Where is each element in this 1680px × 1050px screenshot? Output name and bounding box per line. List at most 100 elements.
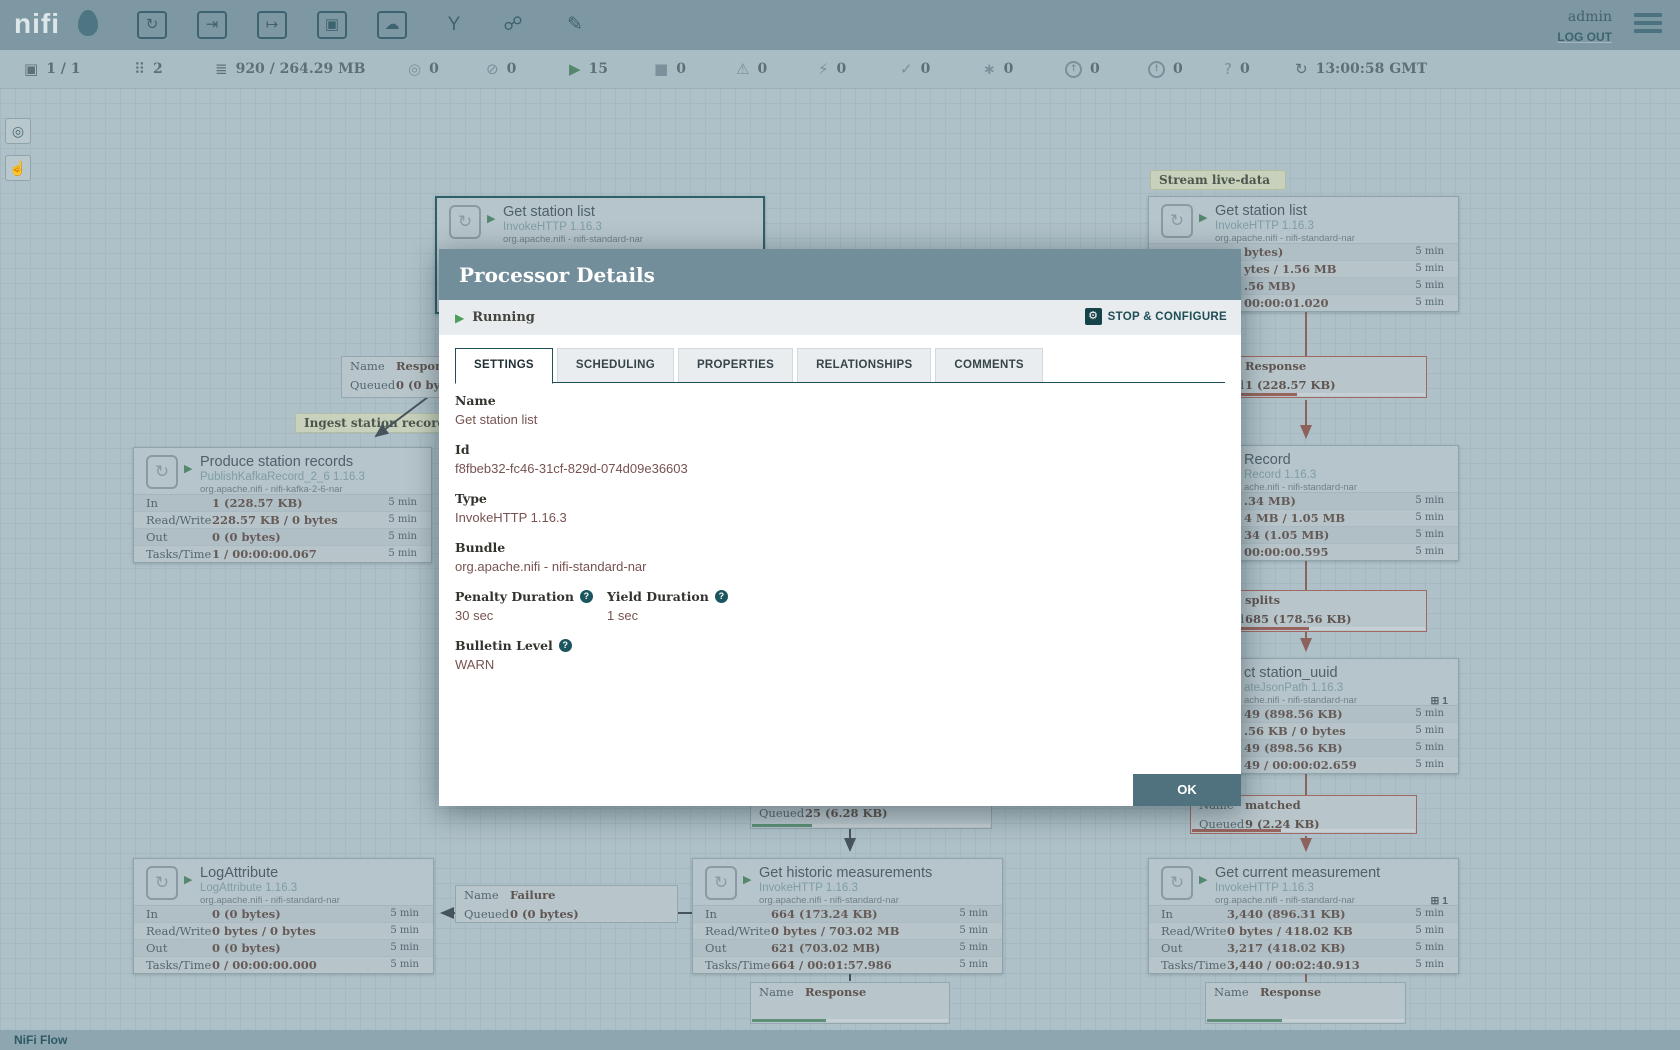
tab-comments[interactable]: COMMENTS [935,348,1042,382]
processor-name: Get station list [503,204,595,220]
processor-type-icon: ↻ [705,866,737,900]
processor-bundle: ache.nifi - nifi-standard-nar [1244,695,1357,706]
processor-name: Record [1244,452,1291,468]
dialog-tabs: SETTINGS SCHEDULING PROPERTIES RELATIONS… [455,348,1225,383]
input-port-icon[interactable]: ⇥ [197,11,227,39]
tab-scheduling[interactable]: SCHEDULING [557,348,674,382]
nifi-logo-drop-icon [78,10,98,36]
dialog-title: Processor Details [459,263,655,287]
field-id: Id f8fbeb32-fc46-31cf-829d-074d09e36603 [455,442,1225,476]
processor-type-icon: ↻ [449,205,481,239]
hand-tool-button[interactable]: ☝ [5,155,31,181]
running-icon: ▶ [487,212,495,225]
canvas-label-ingest-station-records[interactable]: Ingest station records [295,413,443,433]
stale-icon: ↑ [1065,61,1082,78]
running-state-icon: ▶ [455,311,464,325]
stat-row: In664 (173.24 KB)5 min [693,906,1002,923]
thread-count: 2 [153,61,163,77]
last-refresh-time: 13:00:58 GMT [1316,61,1428,77]
stat-row: Out0 (0 bytes)5 min [134,940,433,957]
processor-name: Produce station records [200,454,353,470]
stop-and-configure-button[interactable]: ⚙ STOP & CONFIGURE [1085,308,1227,325]
cluster-icon: ▣ [24,60,38,78]
running-icon: ▶ [1199,873,1207,886]
threads-icon: ⠿ [134,60,145,78]
field-penalty-duration: Penalty Duration? 30 sec [455,589,607,623]
process-group-icon[interactable]: ▣ [317,11,347,39]
up-to-date-icon: ✓ [900,60,913,78]
tab-properties[interactable]: PROPERTIES [678,348,793,382]
queued-count: 920 / 264.29 MB [236,61,366,77]
running-count: 15 [589,61,608,77]
output-port-icon[interactable]: ↦ [257,11,287,39]
stat-row: Out621 (703.02 MB)5 min [693,940,1002,957]
refresh-icon[interactable]: ↻ [1295,60,1308,78]
processor-bundle: org.apache.nifi - nifi-standard-nar [503,234,643,245]
help-icon[interactable]: ? [715,590,728,603]
running-icon: ▶ [1199,211,1207,224]
processor-type: LogAttribute 1.16.3 [200,882,297,894]
processor-type: InvokeHTTP 1.16.3 [1215,882,1314,894]
logout-link[interactable]: LOG OUT [1557,30,1612,44]
tab-relationships[interactable]: RELATIONSHIPS [797,348,931,382]
processor-bundle: org.apache.nifi - nifi-standard-nar [1215,233,1355,244]
stat-row: Read/Write0 bytes / 703.02 MB5 min [693,923,1002,940]
processor-produce-station-records[interactable]: ↻ ▶ Produce station records PublishKafka… [133,447,432,563]
processor-logattribute[interactable]: ↻ ▶ LogAttribute LogAttribute 1.16.3 org… [133,858,434,974]
queue-progress [1192,829,1415,832]
ok-button[interactable]: OK [1133,774,1241,806]
stopped-count: 0 [676,61,686,77]
processor-type-icon: ↻ [146,455,178,489]
status-bar: ▣1 / 1 ⠿2 ≣920 / 264.29 MB ◎0 ⊘0 ▶15 ■0 … [0,50,1680,89]
processor-get-current-measurement[interactable]: ↻ ▶ Get current measurement InvokeHTTP 1… [1148,858,1459,974]
processor-bundle: ache.nifi - nifi-standard-nar [1244,482,1357,493]
cluster-count: 1 / 1 [46,61,80,77]
breadcrumb[interactable]: NiFi Flow [14,1033,67,1047]
stat-row: Out0 (0 bytes)5 min [134,529,431,546]
queued-icon: ≣ [215,60,228,78]
connection-label-failure[interactable]: NameFailure Queued0 (0 bytes) [455,885,678,923]
remote-process-group-icon[interactable]: ☁ [377,11,407,39]
processor-type: ateJsonPath 1.16.3 [1244,682,1343,694]
processor-bundle: org.apache.nifi - nifi-standard-nar [759,895,899,906]
canvas-label-stream-live-data[interactable]: Stream live-data [1150,170,1286,190]
global-menu-button[interactable] [1634,13,1662,37]
label-icon[interactable]: ✎ [560,11,590,39]
stat-row: Read/Write0 bytes / 0 bytes5 min [134,923,433,940]
field-bulletin-level: Bulletin Level? WARN [455,638,1225,672]
help-icon[interactable]: ? [580,590,593,603]
nifi-logo: nifi [14,8,60,40]
processor-name: LogAttribute [200,865,278,881]
sync-failure-count: 0 [1240,61,1250,77]
not-transmitting-count: 0 [507,61,517,77]
not-transmitting-icon: ⊘ [486,60,499,78]
stat-row: In3,440 (896.31 KB)5 min [1149,906,1458,923]
invalid-count: 0 [757,61,767,77]
help-icon[interactable]: ? [559,639,572,652]
tab-settings[interactable]: SETTINGS [455,348,553,384]
connection-label-response-bottom-middle[interactable]: NameResponse [750,982,950,1024]
processor-name: ct station_uuid [1244,665,1338,681]
processor-icon[interactable]: ↻ [137,11,167,39]
connection-label-response-bottom-right[interactable]: NameResponse [1205,982,1406,1024]
invalid-icon: ⚠ [736,60,749,78]
processor-name: Get station list [1215,203,1307,219]
locally-modified-icon: ∗ [983,60,996,78]
sync-failure-icon: ? [1224,60,1232,78]
current-user: admin [1557,9,1612,25]
stat-row: Tasks/Time0 / 00:00:00.0005 min [134,957,433,973]
connection-label-queued-25[interactable]: Queued25 (6.28 KB) [750,803,992,829]
processor-type: PublishKafkaRecord_2_6 1.16.3 [200,471,365,483]
funnel-icon[interactable]: Y [439,11,469,39]
field-name: Name Get station list [455,393,1225,427]
template-icon[interactable]: ☍ [498,11,528,39]
stat-row: Read/Write0 bytes / 418.02 KB5 min [1149,923,1458,940]
stat-row: In1 (228.57 KB)5 min [134,495,431,512]
processor-bundle: org.apache.nifi - nifi-kafka-2-6-nar [200,484,343,495]
locally-modified-count: 0 [1004,61,1014,77]
navigate-tool-button[interactable]: ◎ [5,118,31,144]
processor-get-historic-measurements[interactable]: ↻ ▶ Get historic measurements InvokeHTTP… [692,858,1003,974]
processor-bundle: org.apache.nifi - nifi-standard-nar [200,895,340,906]
modified-stale-count: 0 [1173,61,1183,77]
disabled-icon: ⚡ [818,60,829,78]
